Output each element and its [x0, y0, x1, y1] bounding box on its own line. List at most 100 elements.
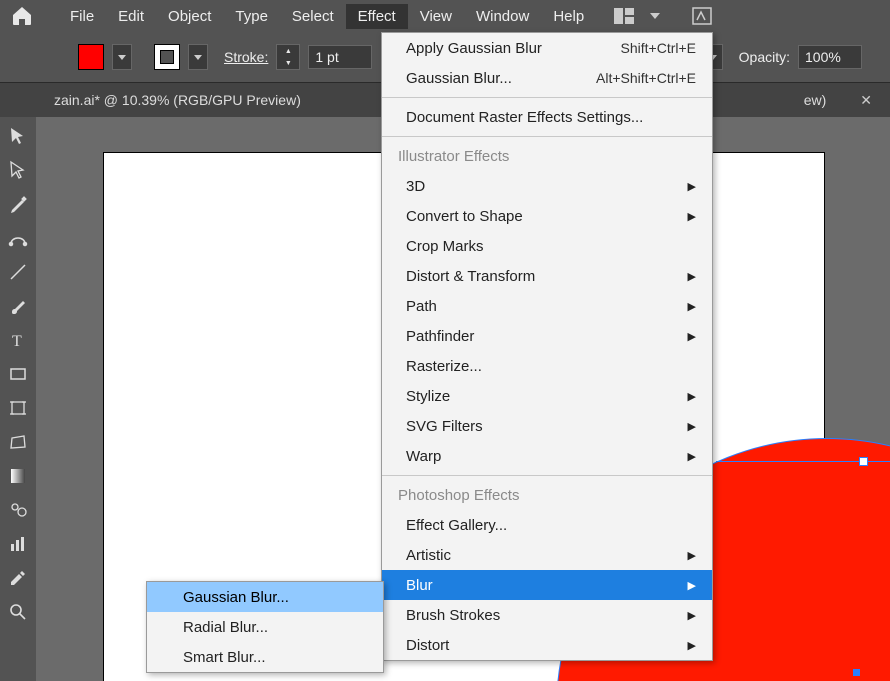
gpu-icon[interactable]	[688, 4, 716, 28]
document-tab[interactable]: zain.ai* @ 10.39% (RGB/GPU Preview)	[36, 83, 319, 117]
menu-illustrator-pathfinder[interactable]: Pathfinder▶	[382, 321, 712, 351]
anchor-point[interactable]	[853, 669, 860, 676]
menu-item-label: Effect Gallery...	[406, 517, 507, 534]
home-icon[interactable]	[10, 4, 34, 28]
opacity-label: Opacity:	[739, 49, 790, 65]
close-icon[interactable]: ✕	[860, 92, 872, 109]
menu-separator	[382, 136, 712, 137]
menu-item-label: Path	[406, 298, 437, 315]
shape-tool[interactable]	[5, 361, 31, 387]
menu-photoshop-artistic[interactable]: Artistic ▶	[382, 540, 712, 570]
menu-illustrator-rasterize[interactable]: Rasterize...	[382, 351, 712, 381]
menu-illustrator-svg-filters[interactable]: SVG Filters▶	[382, 411, 712, 441]
menu-item-shortcut: Shift+Ctrl+E	[621, 40, 696, 56]
menu-file[interactable]: File	[58, 4, 106, 29]
curvature-tool[interactable]	[5, 225, 31, 251]
menu-window[interactable]: Window	[464, 4, 541, 29]
graph-tool[interactable]	[5, 531, 31, 557]
menu-illustrator-stylize[interactable]: Stylize▶	[382, 381, 712, 411]
menu-raster-settings[interactable]: Document Raster Effects Settings...	[382, 102, 712, 132]
menu-illustrator-path[interactable]: Path ▶	[382, 291, 712, 321]
menu-help[interactable]: Help	[541, 4, 596, 29]
menu-item-label: Crop Marks	[406, 238, 484, 255]
direct-selection-tool[interactable]	[5, 157, 31, 183]
fill-dropdown[interactable]	[112, 44, 132, 70]
menu-edit[interactable]: Edit	[106, 4, 156, 29]
svg-text:T: T	[12, 333, 22, 350]
menu-item-label: Convert to Shape	[406, 208, 523, 225]
symbol-tool[interactable]	[5, 497, 31, 523]
menu-item-label: Brush Strokes	[406, 607, 500, 624]
menu-photoshop-blur[interactable]: Blur ▶	[382, 570, 712, 600]
stroke-value: 1 pt	[315, 49, 338, 65]
menu-item-label: Document Raster Effects Settings...	[406, 109, 643, 126]
menu-photoshop-brush-strokes[interactable]: Brush Strokes▶	[382, 600, 712, 630]
menu-effect[interactable]: Effect	[346, 4, 408, 29]
menu-item-label: Blur	[406, 577, 433, 594]
arrange-documents-icon[interactable]	[610, 4, 638, 28]
submenu-arrow-icon: ▶	[688, 270, 696, 283]
menu-item-label: SVG Filters	[406, 418, 483, 435]
eyedropper-tool[interactable]	[5, 565, 31, 591]
submenu-arrow-icon: ▶	[688, 549, 696, 562]
toolbar: T	[0, 117, 36, 681]
menu-separator	[382, 475, 712, 476]
selection-tool[interactable]	[5, 123, 31, 149]
menu-type[interactable]: Type	[223, 4, 280, 29]
menu-item-label: Radial Blur...	[183, 619, 268, 636]
stroke-swatch[interactable]	[154, 44, 180, 70]
line-tool[interactable]	[5, 259, 31, 285]
submenu-arrow-icon: ▶	[688, 390, 696, 403]
menu-photoshop-distort[interactable]: Distort▶	[382, 630, 712, 660]
menu-photoshop-effect-gallery[interactable]: Effect Gallery...	[382, 510, 712, 540]
gradient-tool[interactable]	[5, 463, 31, 489]
menu-header-label: Photoshop Effects	[398, 487, 519, 504]
document-tab-title: zain.ai* @ 10.39% (RGB/GPU Preview)	[54, 92, 301, 108]
opacity-value-field[interactable]: 100%	[798, 45, 862, 69]
opacity-value: 100%	[805, 49, 841, 65]
menu-object[interactable]: Object	[156, 4, 223, 29]
document-tab-right-suffix: ew)	[804, 92, 827, 108]
menu-header-illustrator: Illustrator Effects	[382, 141, 712, 171]
stroke-dropdown[interactable]	[188, 44, 208, 70]
chevron-down-icon[interactable]	[648, 4, 662, 28]
text-tool[interactable]: T	[5, 327, 31, 353]
menu-apply-last[interactable]: Apply Gaussian Blur Shift+Ctrl+E	[382, 33, 712, 63]
brush-tool[interactable]	[5, 293, 31, 319]
menu-item-label: Pathfinder	[406, 328, 474, 345]
effect-menu: Apply Gaussian Blur Shift+Ctrl+E Gaussia…	[381, 32, 713, 661]
menubar: File Edit Object Type Select Effect View…	[0, 0, 890, 32]
menu-item-label: Artistic	[406, 547, 451, 564]
menu-illustrator-crop-marks[interactable]: Crop Marks	[382, 231, 712, 261]
submenu-arrow-icon: ▶	[688, 450, 696, 463]
fill-swatch[interactable]	[78, 44, 104, 70]
blur-submenu: Gaussian Blur... Radial Blur... Smart Blur…	[146, 581, 384, 673]
submenu-blur-smart-blur[interactable]: Smart Blur...	[147, 642, 383, 672]
submenu-arrow-icon: ▶	[688, 639, 696, 652]
submenu-arrow-icon: ▶	[688, 579, 696, 592]
menu-view[interactable]: View	[408, 4, 464, 29]
menu-item-label: Distort & Transform	[406, 268, 535, 285]
menu-select[interactable]: Select	[280, 4, 346, 29]
pen-tool[interactable]	[5, 191, 31, 217]
submenu-blur-radial-blur[interactable]: Radial Blur...	[147, 612, 383, 642]
zoom-tool[interactable]	[5, 599, 31, 625]
selection-handle[interactable]	[859, 457, 868, 466]
free-transform-tool[interactable]	[5, 429, 31, 455]
stroke-value-field[interactable]: 1 pt	[308, 45, 372, 69]
menu-separator	[382, 97, 712, 98]
menu-illustrator-3d[interactable]: 3D▶	[382, 171, 712, 201]
menu-illustrator-distort-transform[interactable]: Distort & Transform ▶	[382, 261, 712, 291]
menu-item-label: Apply Gaussian Blur	[406, 40, 542, 57]
artboard-tool[interactable]	[5, 395, 31, 421]
stroke-stepper[interactable]: ▲▼	[276, 44, 300, 70]
submenu-blur-gaussian-blur[interactable]: Gaussian Blur...	[147, 582, 383, 612]
menu-item-label: Gaussian Blur...	[406, 70, 512, 87]
submenu-arrow-icon: ▶	[688, 300, 696, 313]
document-tab-right[interactable]: ew) ✕	[786, 83, 890, 117]
menu-illustrator-convert-to-shape[interactable]: Convert to Shape▶	[382, 201, 712, 231]
menu-illustrator-warp[interactable]: Warp▶	[382, 441, 712, 471]
menu-last-effect[interactable]: Gaussian Blur... Alt+Shift+Ctrl+E	[382, 63, 712, 93]
menu-item-shortcut: Alt+Shift+Ctrl+E	[596, 70, 696, 86]
menu-item-label: 3D	[406, 178, 425, 195]
